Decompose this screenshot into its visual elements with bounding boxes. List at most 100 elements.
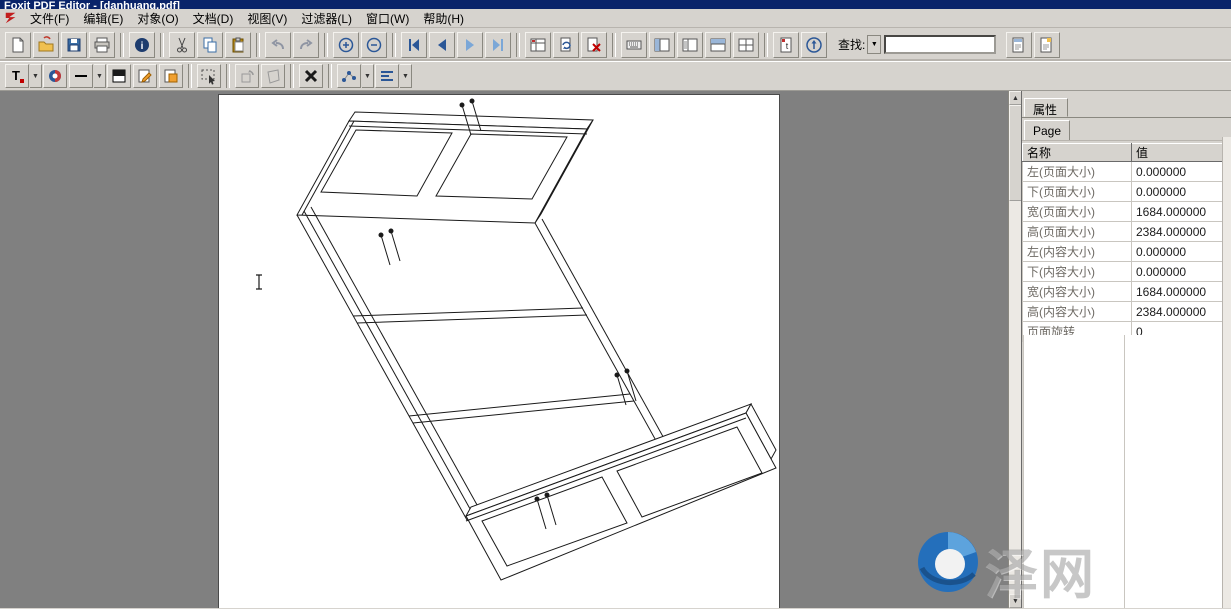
split-list-icon [681,36,699,54]
property-value[interactable]: 0.000000 [1132,262,1231,282]
document-info-button[interactable]: i [129,32,155,58]
edit-object-button[interactable] [133,64,157,88]
fill-style-button[interactable] [107,64,131,88]
property-name: 宽(内容大小) [1023,282,1132,302]
align-button[interactable] [375,64,399,88]
svg-text:i: i [141,41,144,52]
tab-page[interactable]: Page [1024,120,1070,140]
property-name: 左(内容大小) [1023,242,1132,262]
node-edit-dropdown[interactable]: ▼ [362,64,374,88]
menu-bar: 文件(F) 编辑(E) 对象(O) 文档(D) 视图(V) 过滤器(L) 窗口(… [0,9,1231,28]
application-window: Foxit PDF Editor - [danhuang.pdf] 文件(F) … [0,0,1231,608]
menu-file[interactable]: 文件(F) [23,9,76,28]
table-row: 下(内容大小) 0.000000 [1023,262,1231,282]
search-results-icon [1038,36,1056,54]
first-page-button[interactable] [401,32,427,58]
undo-button[interactable] [265,32,291,58]
last-page-button[interactable] [485,32,511,58]
split-vertical-icon [653,36,671,54]
split-list-button[interactable] [677,32,703,58]
property-value[interactable]: 0.000000 [1132,182,1231,202]
menu-view[interactable]: 视图(V) [240,9,294,28]
color-swirl-icon [46,67,64,85]
save-button[interactable] [61,32,87,58]
line-width-dropdown[interactable]: ▼ [94,64,106,88]
color-picker-button[interactable] [43,64,67,88]
align-dropdown[interactable]: ▼ [400,64,412,88]
document-canvas[interactable] [0,91,1008,608]
property-value[interactable]: 2384.000000 [1132,222,1231,242]
copy-button[interactable] [197,32,223,58]
find-input[interactable] [884,35,996,54]
menu-filter[interactable]: 过滤器(L) [294,9,359,28]
edit-toolbar: T ▼ ▼ [0,62,1231,91]
last-page-icon [489,36,507,54]
rotate-object-button[interactable] [235,64,259,88]
node-path-icon [340,67,358,85]
text-tool-button[interactable]: T [5,64,29,88]
distort-object-button[interactable] [261,64,285,88]
menu-document[interactable]: 文档(D) [186,9,241,28]
property-name: 宽(页面大小) [1023,202,1132,222]
cut-button[interactable] [169,32,195,58]
menu-edit[interactable]: 编辑(E) [76,9,130,28]
property-value[interactable]: 1684.000000 [1132,202,1231,222]
toolbar-separator [188,64,192,88]
open-button[interactable] [33,32,59,58]
edit-content-button[interactable] [159,64,183,88]
search-document-button[interactable] [1006,32,1032,58]
paste-button[interactable] [225,32,251,58]
column-header-value[interactable]: 值 [1132,144,1231,162]
toolbar-separator [226,64,230,88]
menu-object[interactable]: 对象(O) [130,9,185,28]
properties-table: 名称 值 左(页面大小) 0.000000 下(页面大小) 0.000000 宽… [1022,143,1231,342]
property-value[interactable]: 0.000000 [1132,162,1231,182]
table-row: 宽(页面大小) 1684.000000 [1023,202,1231,222]
tools-button[interactable] [299,64,323,88]
zoom-in-button[interactable] [333,32,359,58]
zoom-out-button[interactable] [361,32,387,58]
text-extract-button[interactable]: t [773,32,799,58]
hex-view-button[interactable] [621,32,647,58]
panel-scrollbar[interactable] [1222,137,1231,608]
column-header-name[interactable]: 名称 [1023,144,1132,162]
property-value[interactable]: 2384.000000 [1132,302,1231,322]
property-value[interactable]: 1684.000000 [1132,282,1231,302]
pdf-page[interactable] [218,94,780,608]
upload-button[interactable] [801,32,827,58]
redo-button[interactable] [293,32,319,58]
select-object-button[interactable] [197,64,221,88]
cut-icon [173,36,191,54]
line-width-button[interactable] [69,64,93,88]
delete-page-button[interactable] [581,32,607,58]
find-dropdown-button[interactable]: ▼ [867,35,881,54]
text-tool-dropdown[interactable]: ▼ [30,64,42,88]
menu-window[interactable]: 窗口(W) [359,9,416,28]
fill-style-icon [110,67,128,85]
print-icon [93,36,111,54]
print-button[interactable] [89,32,115,58]
marquee-select-icon [200,67,218,85]
menu-help[interactable]: 帮助(H) [416,9,471,28]
split-horizontal-button[interactable] [705,32,731,58]
new-document-button[interactable] [5,32,31,58]
previous-page-button[interactable] [429,32,455,58]
property-name: 高(页面大小) [1023,222,1132,242]
table-row: 左(页面大小) 0.000000 [1023,162,1231,182]
next-page-button[interactable] [457,32,483,58]
new-document-icon [9,36,27,54]
property-name: 下(内容大小) [1023,262,1132,282]
rotate-page-button[interactable] [553,32,579,58]
vertical-scrollbar[interactable]: ▲ ▼ [1008,91,1021,608]
node-edit-button[interactable] [337,64,361,88]
split-vertical-button[interactable] [649,32,675,58]
page-form-button[interactable] [525,32,551,58]
property-value[interactable]: 0.000000 [1132,242,1231,262]
undo-icon [269,36,287,54]
search-document-icon [1010,36,1028,54]
search-results-button[interactable] [1034,32,1060,58]
split-quad-button[interactable] [733,32,759,58]
tab-properties[interactable]: 属性 [1024,98,1068,117]
previous-page-icon [433,36,451,54]
rotate-object-icon [238,67,256,85]
